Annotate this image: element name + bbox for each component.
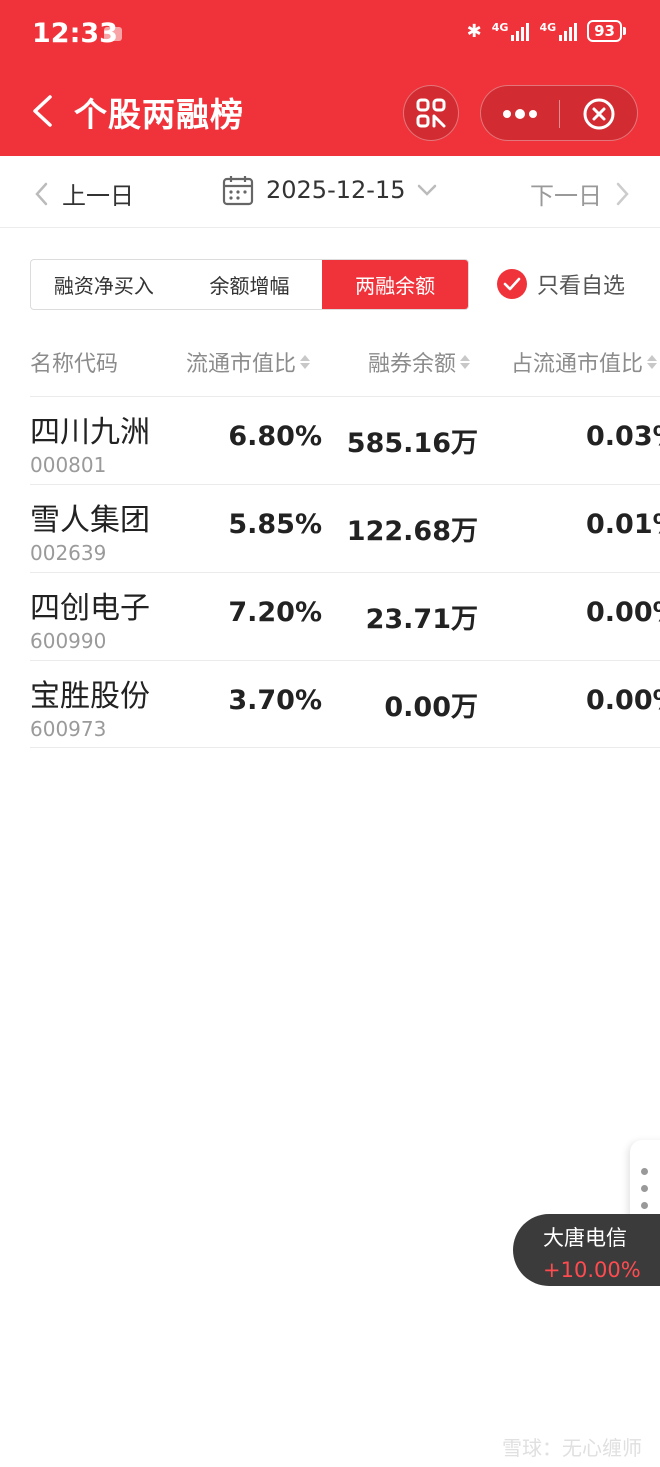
column-name-code: 名称代码 [30, 352, 119, 377]
watermark-text: 雪球：无心缠师 [502, 1436, 642, 1460]
next-day-label: 下一日 [530, 182, 602, 210]
prev-day-button[interactable]: 上一日 [34, 176, 134, 211]
checkbox-checked-icon [497, 269, 527, 299]
date-bar: 上一日 2025-12-15 下一日 [0, 156, 660, 228]
chevron-right-icon [616, 182, 629, 205]
next-day-button[interactable]: 下一日 [530, 176, 630, 211]
watermark: 雪球：无心缠师 [502, 1432, 642, 1461]
stock-table: 四川九洲 000801 6.80% 585.16万 0.03% 雪人集团 002… [30, 396, 660, 748]
share-of-float: 0.01% [586, 509, 660, 540]
float-market-value-ratio: 6.80% [228, 421, 322, 452]
tab-balance-growth[interactable]: 余额增幅 [177, 260, 323, 309]
app-header: 12:33 ✱ 4G 4G 93 个股两融榜 [0, 0, 660, 156]
stock-code: 600973 [30, 717, 107, 741]
sort-icon [460, 355, 471, 369]
more-dots-icon [503, 109, 537, 119]
date-selector[interactable]: 2025-12-15 [222, 174, 437, 206]
table-row[interactable]: 宝胜股份 600973 3.70% 0.00万 0.00% [30, 660, 660, 748]
mini-program-capsule [480, 85, 638, 141]
ranking-tabs: 融资净买入 余额增幅 两融余额 [30, 259, 469, 310]
more-button[interactable] [481, 86, 559, 142]
signal-2-icon: 4G [539, 21, 578, 41]
share-of-float: 0.03% [586, 421, 660, 452]
only-watchlist-toggle[interactable]: 只看自选 [497, 268, 625, 300]
floating-quote-widget[interactable]: 大唐电信 +10.00% [513, 1214, 660, 1286]
table-row[interactable]: 雪人集团 002639 5.85% 122.68万 0.01% [30, 484, 660, 572]
floating-quote-change: +10.00% [543, 1258, 641, 1282]
short-balance: 585.16万 [346, 428, 478, 459]
short-balance: 0.00万 [384, 692, 478, 723]
dot-icon [641, 1202, 648, 1209]
back-arrow-icon[interactable] [30, 94, 54, 128]
stock-name: 雪人集团 [30, 503, 150, 538]
close-circle-icon [583, 98, 615, 130]
calendar-icon [222, 176, 254, 206]
sort-icon [300, 355, 311, 369]
float-market-value-ratio: 5.85% [228, 509, 322, 540]
prev-day-label: 上一日 [62, 182, 134, 210]
stock-name: 四创电子 [30, 591, 150, 626]
notification-app-icon [104, 27, 122, 41]
float-market-value-ratio: 7.20% [228, 597, 322, 628]
only-watchlist-label: 只看自选 [537, 274, 626, 299]
table-header: 名称代码 流通市值比 融券余额 占流通市值比 [0, 338, 660, 386]
share-of-float: 0.00% [586, 597, 660, 628]
floating-quote-name: 大唐电信 [543, 1226, 627, 1250]
battery-level: 93 [587, 20, 622, 42]
table-row[interactable]: 四创电子 600990 7.20% 23.71万 0.00% [30, 572, 660, 660]
signal-1-icon: 4G [492, 21, 530, 41]
column-short-balance-sort[interactable]: 融券余额 [368, 346, 471, 378]
close-button[interactable] [560, 86, 638, 142]
current-date: 2025-12-15 [266, 176, 406, 204]
sort-icon [647, 355, 658, 369]
status-icons: ✱ 4G 4G 93 [467, 20, 626, 42]
chevron-down-icon [418, 184, 437, 196]
tab-net-buy[interactable]: 融资净买入 [31, 260, 177, 309]
battery-icon: 93 [587, 20, 626, 42]
short-balance: 122.68万 [346, 516, 478, 547]
column-float-ratio-sort[interactable]: 流通市值比 [186, 346, 311, 378]
column-share-of-float-sort[interactable]: 占流通市值比 [511, 346, 658, 378]
tab-margin-balance[interactable]: 两融余额 [322, 260, 468, 309]
stock-name: 四川九洲 [30, 415, 150, 450]
table-row[interactable]: 四川九洲 000801 6.80% 585.16万 0.03% [30, 396, 660, 484]
stock-code: 002639 [30, 541, 107, 565]
dot-icon [641, 1185, 648, 1192]
bluetooth-icon: ✱ [466, 20, 482, 42]
scan-button[interactable] [403, 85, 459, 141]
page-title: 个股两融榜 [74, 95, 244, 134]
share-of-float: 0.00% [586, 685, 660, 716]
short-balance: 23.71万 [365, 604, 478, 635]
dot-icon [641, 1168, 648, 1175]
stock-code: 000801 [30, 453, 107, 477]
chevron-left-icon [35, 182, 48, 205]
float-market-value-ratio: 3.70% [228, 685, 322, 716]
stock-code: 600990 [30, 629, 107, 653]
scan-code-icon [416, 98, 446, 128]
stock-name: 宝胜股份 [30, 679, 150, 714]
